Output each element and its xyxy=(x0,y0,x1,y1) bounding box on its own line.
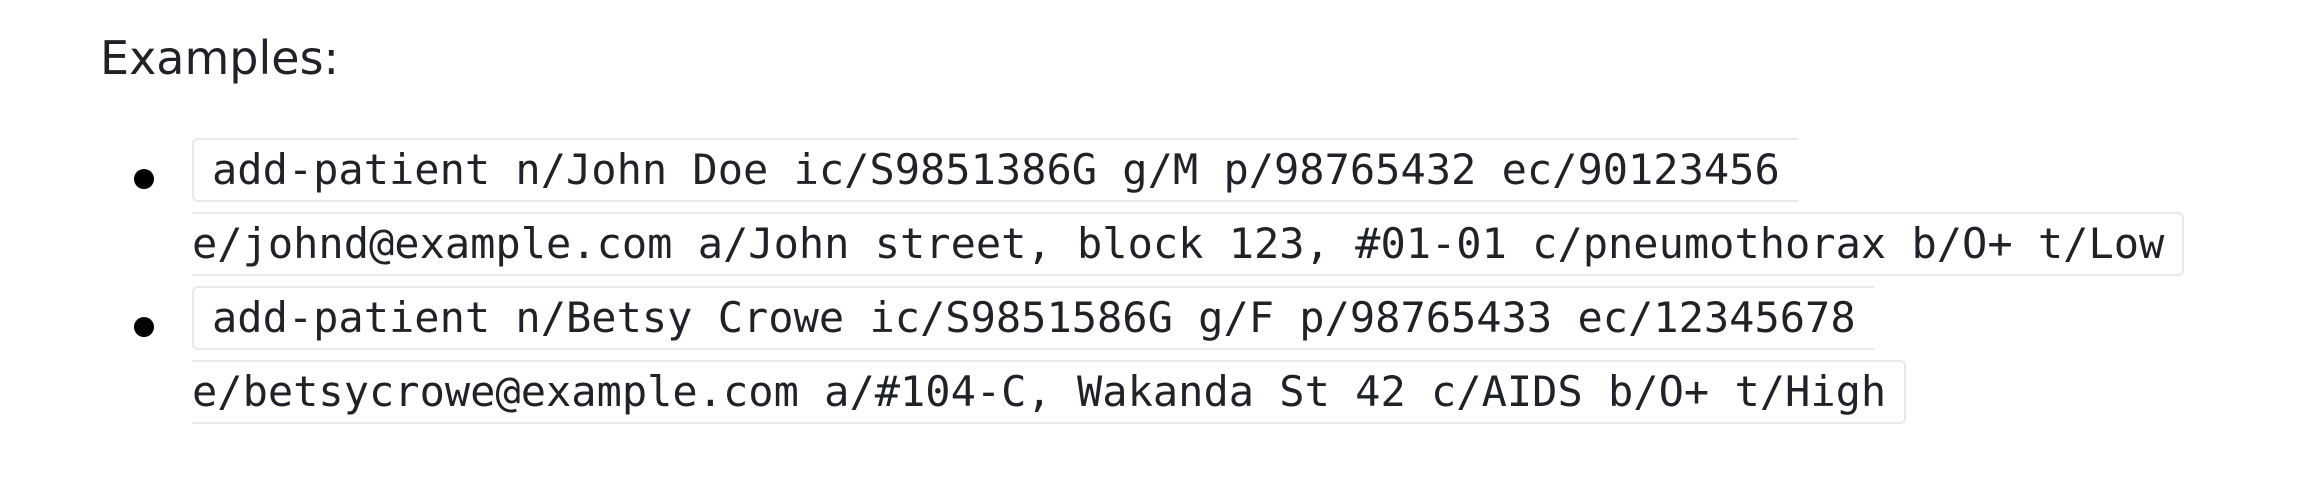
command-line-1: add-patient n/John Doe ic/S9851386G g/M … xyxy=(192,138,2250,212)
examples-list: add-patient n/John Doe ic/S9851386G g/M … xyxy=(130,138,2250,434)
list-item: add-patient n/Betsy Crowe ic/S9851586G g… xyxy=(130,286,2250,434)
code-span: add-patient n/Betsy Crowe ic/S9851586G g… xyxy=(192,286,1874,350)
examples-heading: Examples: xyxy=(100,31,340,85)
code-span: e/johnd@example.com a/John street, block… xyxy=(192,212,2185,276)
command-line-1: add-patient n/Betsy Crowe ic/S9851586G g… xyxy=(192,286,2250,360)
command-line-2: e/johnd@example.com a/John street, block… xyxy=(192,212,2250,286)
bullet-icon xyxy=(134,169,154,189)
bullet-icon xyxy=(134,317,154,337)
list-item: add-patient n/John Doe ic/S9851386G g/M … xyxy=(130,138,2250,286)
code-span: add-patient n/John Doe ic/S9851386G g/M … xyxy=(192,138,1798,202)
code-span: e/betsycrowe@example.com a/#104-C, Wakan… xyxy=(192,360,1907,424)
command-line-2: e/betsycrowe@example.com a/#104-C, Wakan… xyxy=(192,360,2250,434)
